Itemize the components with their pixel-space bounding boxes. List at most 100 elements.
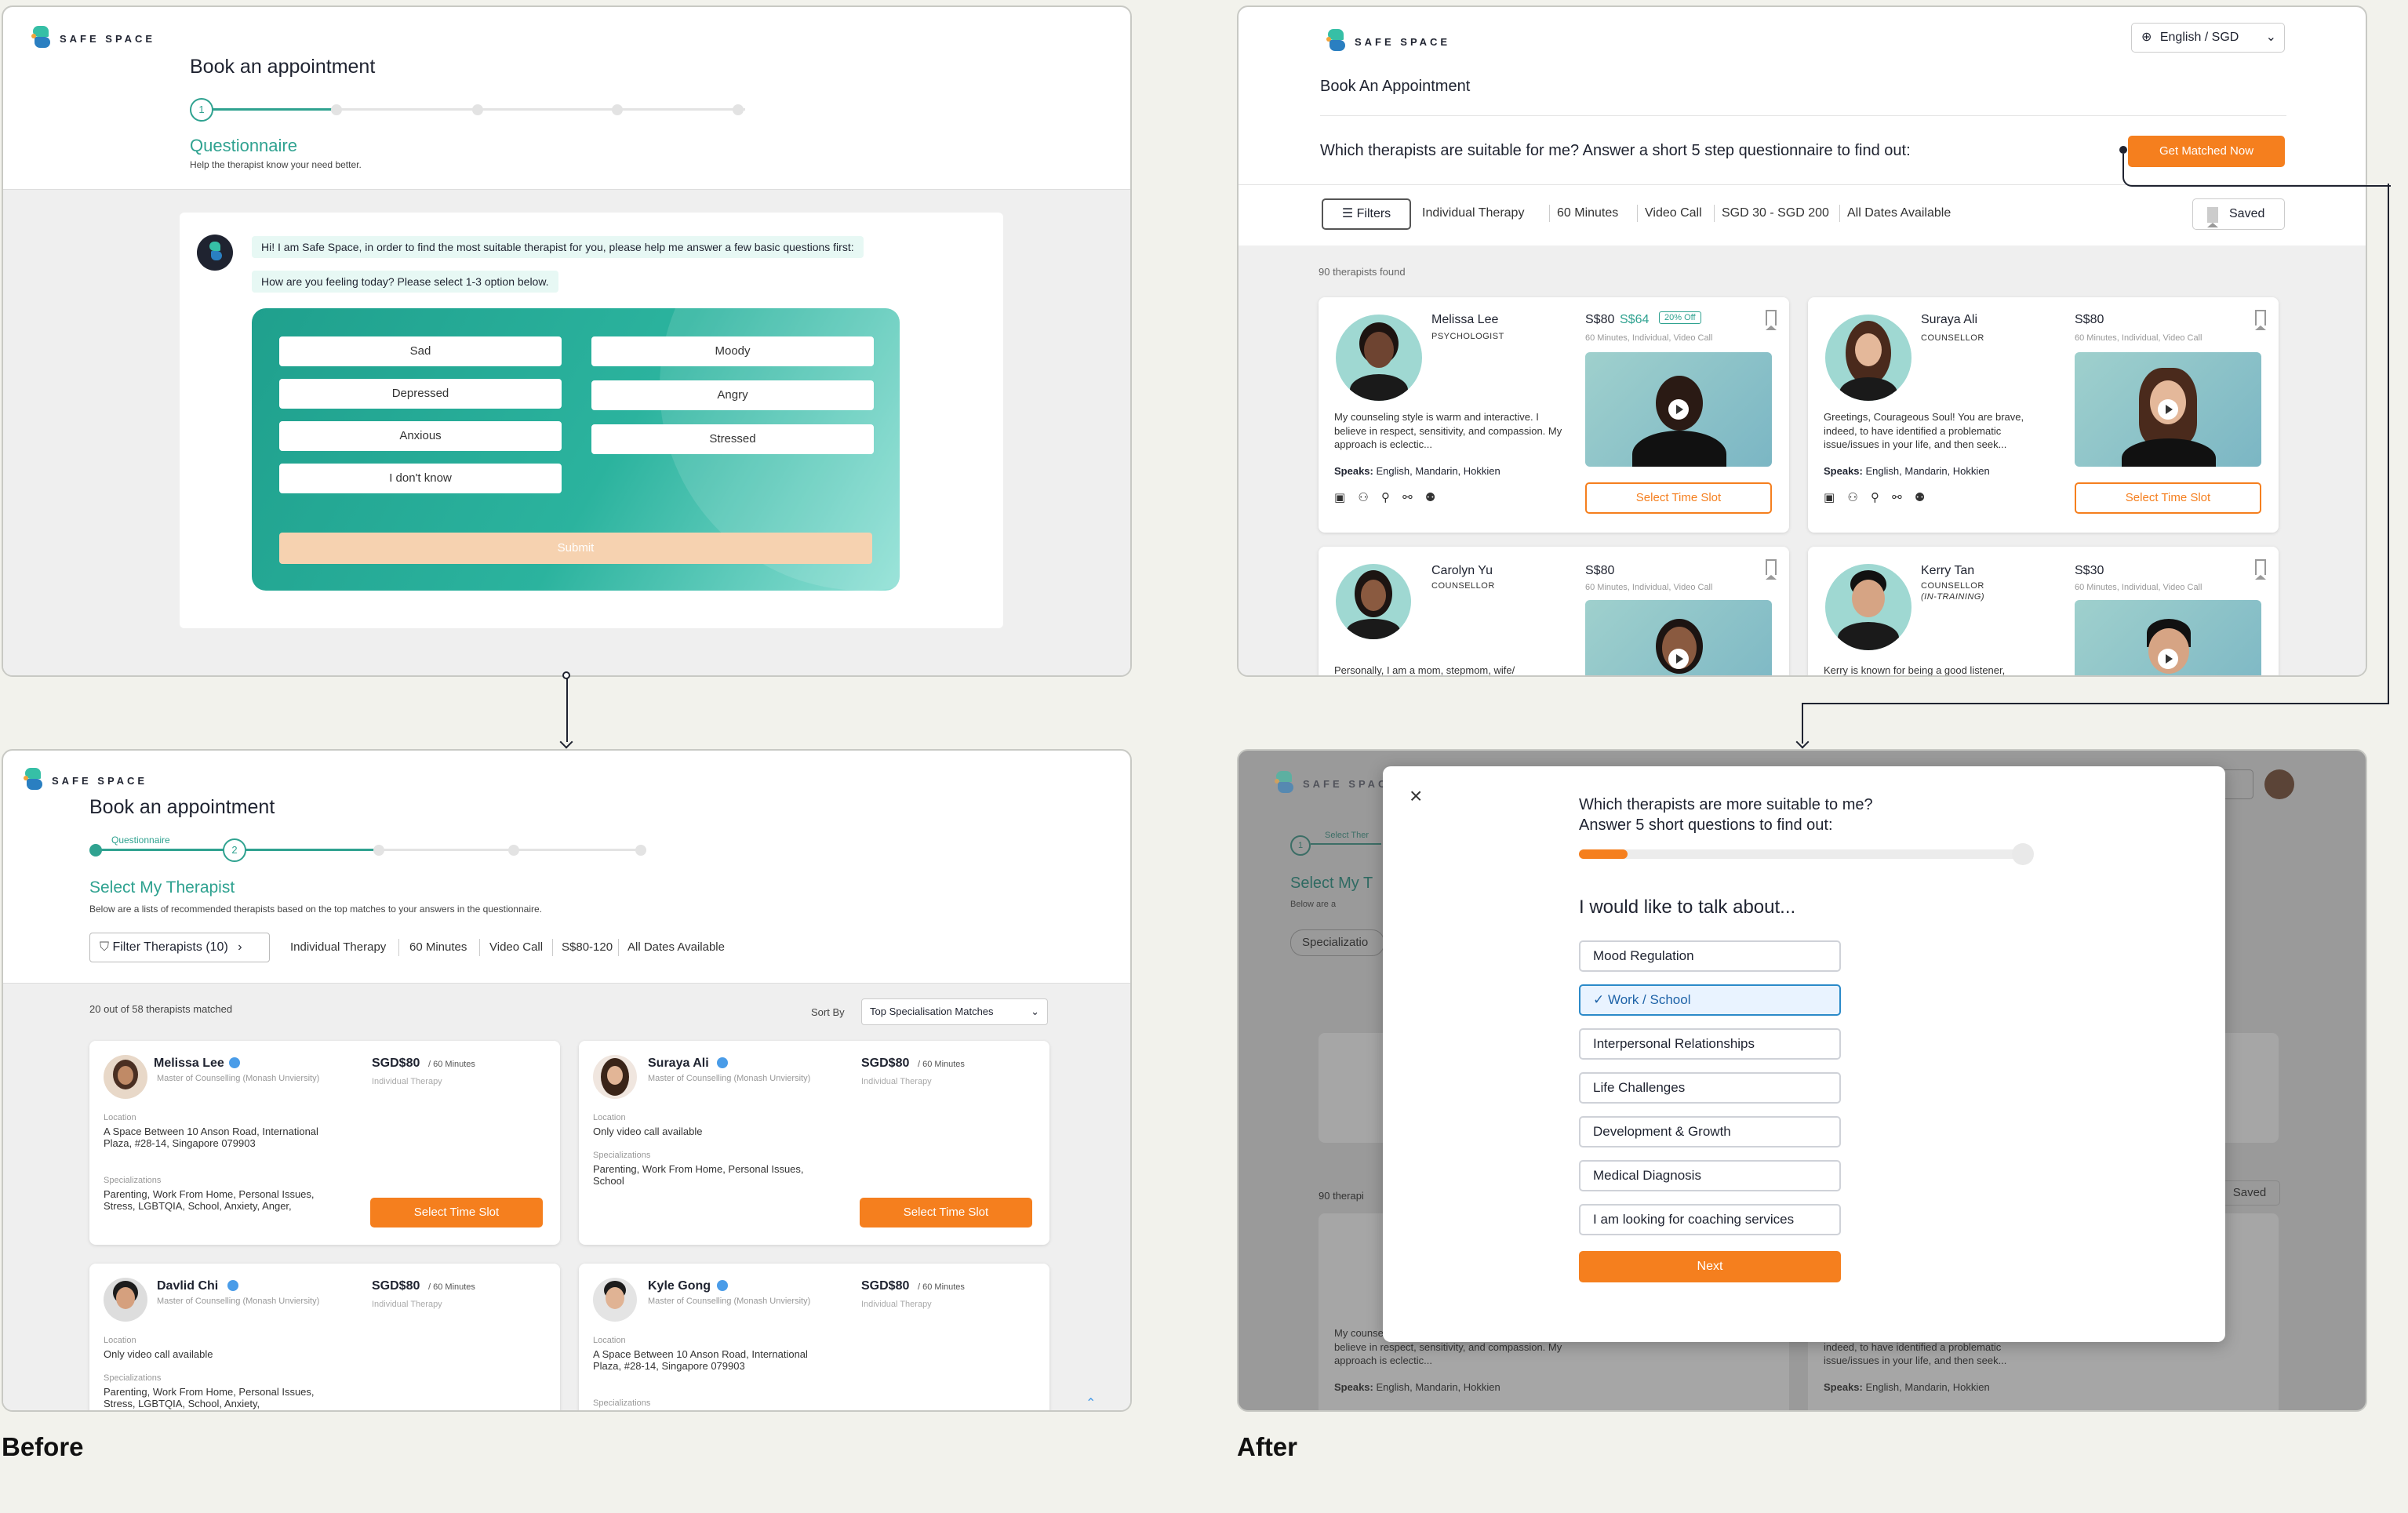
therapist-name[interactable]: Davlid Chi: [157, 1279, 218, 1293]
answer-option[interactable]: I am looking for coaching services: [1579, 1204, 1841, 1235]
therapist-name[interactable]: Suraya Ali: [648, 1057, 709, 1071]
option-stressed[interactable]: Stressed: [591, 424, 874, 454]
play-icon[interactable]: [1668, 399, 1689, 420]
answer-option[interactable]: Interpersonal Relationships: [1579, 1028, 1841, 1060]
therapist-name[interactable]: Melissa Lee: [1431, 313, 1498, 327]
bookmark-icon[interactable]: [2255, 310, 2266, 330]
select-time-slot-button[interactable]: Select Time Slot: [860, 1198, 1032, 1227]
therapist-location: A Space Between 10 Anson Road, Internati…: [104, 1126, 318, 1149]
filter-dates[interactable]: All Dates Available: [1847, 206, 1951, 220]
option-anxious[interactable]: Anxious: [279, 421, 562, 451]
therapist-name[interactable]: Kerry Tan: [1921, 564, 1974, 578]
saved-button[interactable]: Saved: [2192, 198, 2285, 230]
stepper-line: [337, 108, 745, 111]
scroll-to-top-icon[interactable]: ⌃: [1086, 1395, 1096, 1410]
step-4-dot: [612, 104, 623, 115]
filter-video-call[interactable]: Video Call: [1645, 206, 1702, 220]
bg-saved-chip: Saved: [2219, 1180, 2280, 1206]
therapist-name[interactable]: Kyle Gong: [648, 1279, 711, 1293]
price: S$80: [1585, 564, 1615, 577]
play-icon[interactable]: [1668, 649, 1689, 669]
therapy-type: Individual Therapy: [861, 1300, 932, 1309]
logo[interactable]: SAFE SPACE: [31, 26, 155, 51]
therapist-photo[interactable]: [104, 1278, 147, 1322]
therapist-photo[interactable]: [1336, 564, 1411, 639]
sort-select[interactable]: Top Specialisation Matches ⌄: [861, 998, 1048, 1025]
language-select[interactable]: ⊕ English / SGD ⌄: [2131, 23, 2285, 53]
therapist-photo[interactable]: [104, 1055, 147, 1099]
option-dont-know[interactable]: I don't know: [279, 464, 562, 493]
therapist-bio: Kerry is known for being a good listener…: [1824, 664, 2006, 676]
sort-value: Top Specialisation Matches: [870, 1006, 994, 1017]
specializations-label: Specializations: [593, 1151, 651, 1160]
option-moody[interactable]: Moody: [591, 336, 874, 366]
filter-therapists-button[interactable]: ⛉ Filter Therapists (10) ›: [89, 933, 270, 962]
select-time-slot-button[interactable]: Select Time Slot: [2075, 482, 2261, 514]
bg-stepper-line: [1311, 843, 1381, 845]
answer-option[interactable]: Mood Regulation: [1579, 940, 1841, 972]
therapist-name[interactable]: Carolyn Yu: [1431, 564, 1493, 578]
play-icon[interactable]: [2158, 649, 2178, 669]
filter-individual-therapy[interactable]: Individual Therapy: [290, 940, 386, 954]
play-icon[interactable]: [2158, 399, 2178, 420]
price: SGD$80: [372, 1057, 420, 1070]
filter-dates[interactable]: All Dates Available: [627, 940, 725, 954]
filter-60-minutes[interactable]: 60 Minutes: [1557, 206, 1618, 220]
intro-video[interactable]: [1585, 352, 1772, 467]
select-time-slot-button[interactable]: Select Time Slot: [1585, 482, 1772, 514]
filter-price[interactable]: SGD 30 - SGD 200: [1722, 206, 1829, 220]
therapist-role: COUNSELLOR: [1921, 333, 1984, 343]
logo[interactable]: SAFE SPACE: [1326, 29, 1450, 54]
therapy-type: Individual Therapy: [372, 1300, 442, 1309]
therapist-name[interactable]: Melissa Lee: [154, 1057, 224, 1071]
filter-price[interactable]: S$80-120: [562, 940, 613, 954]
bg-section-subtitle: Below are a: [1290, 900, 1337, 909]
logo-icon: [31, 26, 52, 51]
option-sad[interactable]: Sad: [279, 336, 562, 366]
intro-video[interactable]: [1585, 600, 1772, 675]
option-angry[interactable]: Angry: [591, 380, 874, 410]
filter-60-minutes[interactable]: 60 Minutes: [409, 940, 467, 954]
session-type-icons: ▣ ⚇ ⚲ ⚯ ⚉: [1824, 491, 1930, 504]
filter-video-call[interactable]: Video Call: [489, 940, 543, 954]
session-details: 60 Minutes, Individual, Video Call: [2075, 333, 2202, 343]
close-icon[interactable]: ×: [1410, 785, 1422, 807]
therapist-photo[interactable]: [593, 1055, 637, 1099]
therapist-degree: Master of Counselling (Monash Unviersity…: [157, 1074, 320, 1083]
languages-value: English, Mandarin, Hokkien: [1865, 1381, 1990, 1393]
bookmark-icon[interactable]: [2255, 559, 2266, 580]
therapist-location: Only video call available: [104, 1348, 213, 1360]
answer-option[interactable]: Development & Growth: [1579, 1116, 1841, 1147]
filters-button[interactable]: ☰ Filters: [1322, 198, 1411, 230]
speaks-label: Speaks:: [1334, 465, 1373, 477]
next-button[interactable]: Next: [1579, 1251, 1841, 1282]
price: S$80: [2075, 313, 2104, 326]
logo[interactable]: SAFE SPACE: [24, 768, 147, 793]
intro-video[interactable]: [2075, 600, 2261, 675]
answer-option[interactable]: Life Challenges: [1579, 1072, 1841, 1104]
intro-video[interactable]: [2075, 352, 2261, 467]
therapist-degree: Master of Counselling (Monash Unviersity…: [648, 1074, 811, 1083]
therapist-role: PSYCHOLOGIST: [1431, 332, 1504, 341]
therapist-photo[interactable]: [1825, 315, 1911, 401]
specializations-label: Specializations: [104, 1176, 162, 1185]
languages-value: English, Mandarin, Hokkien: [1865, 465, 1990, 477]
verified-icon: [717, 1280, 728, 1291]
flow-connector: [1802, 703, 2389, 704]
bookmark-icon[interactable]: [1766, 559, 1777, 580]
select-time-slot-button[interactable]: Select Time Slot: [370, 1198, 543, 1227]
bookmark-icon[interactable]: [1766, 310, 1777, 330]
chevron-right-icon: ›: [238, 940, 242, 954]
submit-button[interactable]: Submit: [279, 533, 872, 564]
therapist-photo[interactable]: [1825, 564, 1911, 650]
therapist-photo[interactable]: [1336, 315, 1422, 401]
bot-message-2: How are you feeling today? Please select…: [252, 271, 558, 293]
filter-individual-therapy[interactable]: Individual Therapy: [1422, 206, 1524, 220]
answer-option[interactable]: Medical Diagnosis: [1579, 1160, 1841, 1191]
therapist-photo[interactable]: [593, 1278, 637, 1322]
answer-option[interactable]: ✓ Work / School: [1579, 984, 1841, 1016]
option-depressed[interactable]: Depressed: [279, 379, 562, 409]
therapist-degree: Master of Counselling (Monash Unviersity…: [648, 1297, 811, 1306]
before-questionnaire-panel: SAFE SPACE Book an appointment 1 Questio…: [2, 5, 1132, 677]
therapist-name[interactable]: Suraya Ali: [1921, 313, 1977, 327]
